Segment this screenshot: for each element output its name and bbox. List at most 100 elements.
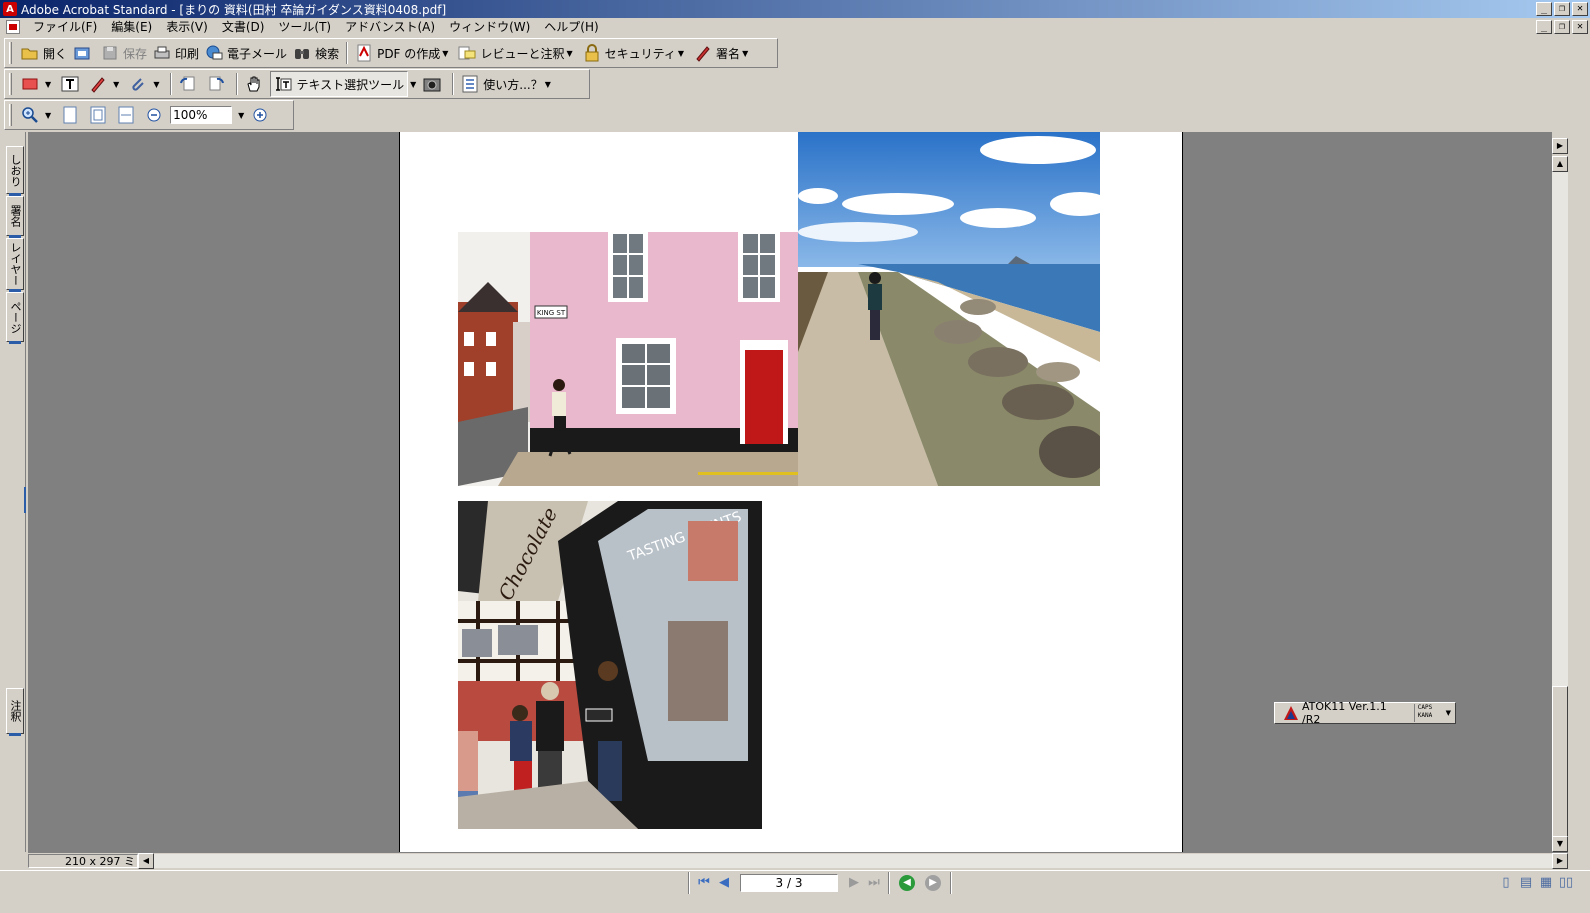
zoom-out-button[interactable] [142, 103, 170, 127]
actual-size-button[interactable] [58, 103, 86, 127]
menu-edit[interactable]: 編集(E) [104, 18, 159, 36]
continuous-facing-layout-icon[interactable]: ▦ [1536, 874, 1556, 892]
toolbar-separator [950, 871, 952, 894]
menu-file[interactable]: ファイル(F) [26, 18, 104, 36]
menu-view[interactable]: 表示(V) [159, 18, 215, 36]
tools-toolbar: ▼ ▼ ▼ テキスト選択ツール ▼ 使い方...？ ▼ [4, 69, 590, 99]
page-number-input[interactable]: 3 / 3 [740, 873, 838, 892]
text-box-tool-button[interactable] [58, 72, 86, 96]
document-view[interactable]: KING ST Chocolate TASTING EVENTS [28, 132, 1552, 852]
email-button[interactable]: 電子メール [202, 41, 290, 65]
scroll-right-arrow-icon[interactable]: ▶ [1552, 138, 1568, 154]
search-button[interactable]: 検索 [290, 41, 342, 65]
horizontal-status-row: 210 x 297 ミリ ◀ ▶ [28, 852, 1568, 882]
create-pdf-button[interactable]: PDF の作成 ▼ [352, 41, 455, 65]
save-button[interactable]: 保存 [98, 41, 150, 65]
rectangle-tool-button[interactable]: ▼ [18, 72, 58, 96]
pane-splitter[interactable] [24, 487, 26, 513]
scroll-right-arrow-icon[interactable]: ▶ [1552, 852, 1568, 869]
first-page-icon[interactable]: ⏮ [694, 874, 714, 892]
chevron-down-icon[interactable]: ▼ [113, 80, 119, 89]
snapshot-tool-button[interactable] [420, 72, 448, 96]
go-forward-view-icon[interactable]: ▶ [925, 874, 941, 891]
next-page-icon[interactable]: ▶ [844, 874, 864, 892]
menu-help[interactable]: ヘルプ(H) [537, 18, 605, 36]
menu-advanced[interactable]: アドバンスト(A) [338, 18, 442, 36]
rotate-right-button[interactable] [204, 72, 232, 96]
chevron-down-icon[interactable]: ▼ [742, 49, 748, 58]
paperclip-icon [129, 75, 147, 93]
chevron-down-icon[interactable]: ▼ [410, 80, 416, 89]
fit-width-button[interactable] [114, 103, 142, 127]
doc-minimize-button[interactable]: _ [1536, 20, 1552, 34]
chevron-down-icon[interactable]: ▼ [153, 80, 159, 89]
chevron-down-icon[interactable]: ▼ [1446, 709, 1451, 717]
review-comment-button[interactable]: レビューと注釈 ▼ [455, 41, 579, 65]
single-page-layout-icon[interactable]: ▯ [1496, 874, 1516, 892]
tab-comments[interactable]: 注釈 [6, 688, 24, 736]
tab-pages[interactable]: ページ [6, 292, 24, 344]
organizer-button[interactable] [70, 41, 98, 65]
rotate-left-button[interactable] [176, 72, 204, 96]
zoom-in-button[interactable] [248, 103, 276, 127]
menu-window[interactable]: ウィンドウ(W) [442, 18, 537, 36]
toolbar-grip[interactable] [9, 42, 12, 64]
photo-pink-house: KING ST [458, 232, 798, 486]
tab-layers[interactable]: レイヤー [6, 238, 24, 292]
document-window-controls: _ ❐ ✕ [1536, 20, 1588, 34]
fit-page-button[interactable] [86, 103, 114, 127]
go-back-view-icon[interactable]: ◀ [899, 874, 915, 891]
security-button[interactable]: セキュリティ ▼ [580, 41, 691, 65]
scroll-up-arrow-icon[interactable]: ▲ [1552, 156, 1568, 172]
chevron-down-icon[interactable]: ▼ [678, 49, 684, 58]
chevron-down-icon[interactable]: ▼ [45, 111, 51, 120]
rotate-page-right-icon [207, 75, 225, 93]
open-button[interactable]: 開く [18, 41, 70, 65]
scroll-down-arrow-icon[interactable]: ▼ [1552, 836, 1568, 852]
chevron-down-icon[interactable]: ▼ [566, 49, 572, 58]
rotate-page-left-icon [179, 75, 197, 93]
chevron-down-icon[interactable]: ▼ [238, 111, 244, 120]
zoom-level-input[interactable]: 100% [170, 106, 233, 124]
toolbar-separator [452, 73, 455, 95]
previous-page-icon[interactable]: ◀ [714, 874, 734, 892]
text-select-label: テキスト選択ツール [296, 77, 405, 92]
text-select-tool-button[interactable]: テキスト選択ツール [270, 71, 409, 97]
menu-document[interactable]: 文書(D) [215, 18, 272, 36]
menu-tools[interactable]: ツール(T) [271, 18, 338, 36]
sign-button[interactable]: 署名 ▼ [691, 41, 755, 65]
pencil-icon [89, 75, 107, 93]
print-button[interactable]: 印刷 [150, 41, 202, 65]
horizontal-scroll-track[interactable] [154, 853, 1552, 868]
how-to-button[interactable]: 使い方...？ ▼ [458, 72, 558, 96]
restore-button[interactable]: ❐ [1554, 2, 1570, 16]
toolbar-separator [888, 871, 890, 894]
toolbar-grip[interactable] [9, 73, 12, 95]
vertical-scroll-track[interactable]: ▲ ▼ [1552, 156, 1568, 854]
chevron-down-icon[interactable]: ▼ [45, 80, 51, 89]
toolbar-separator [346, 42, 349, 64]
create-pdf-label: PDF の作成 [377, 46, 441, 61]
continuous-layout-icon[interactable]: ▤ [1516, 874, 1536, 892]
close-button[interactable]: ✕ [1572, 2, 1588, 16]
minimize-button[interactable]: _ [1536, 2, 1552, 16]
hand-tool-button[interactable] [242, 72, 270, 96]
doc-restore-button[interactable]: ❐ [1554, 20, 1570, 34]
ime-caps-kana-indicator[interactable]: CAPS KANA [1413, 704, 1444, 722]
tab-signatures[interactable]: 署名 [6, 196, 24, 238]
floppy-disk-icon [101, 44, 119, 62]
tab-bookmarks[interactable]: しおり [6, 146, 24, 196]
chevron-down-icon[interactable]: ▼ [442, 49, 448, 58]
chevron-down-icon[interactable]: ▼ [545, 80, 551, 89]
toolbar-grip[interactable] [9, 104, 12, 126]
attach-tool-button[interactable]: ▼ [126, 72, 166, 96]
facing-layout-icon[interactable]: ▯▯ [1556, 874, 1576, 892]
zoom-in-tool-button[interactable]: ▼ [18, 103, 58, 127]
pencil-tool-button[interactable]: ▼ [86, 72, 126, 96]
last-page-icon[interactable]: ⏭ [864, 874, 884, 892]
doc-close-button[interactable]: ✕ [1572, 20, 1588, 34]
ime-toolbar[interactable]: ATOK11 Ver.1.1 /R2 CAPS KANA ▼ [1274, 700, 1456, 726]
scroll-left-arrow-icon[interactable]: ◀ [138, 852, 154, 869]
vertical-scroll-thumb[interactable] [1552, 686, 1568, 854]
document-icon[interactable] [6, 20, 20, 34]
